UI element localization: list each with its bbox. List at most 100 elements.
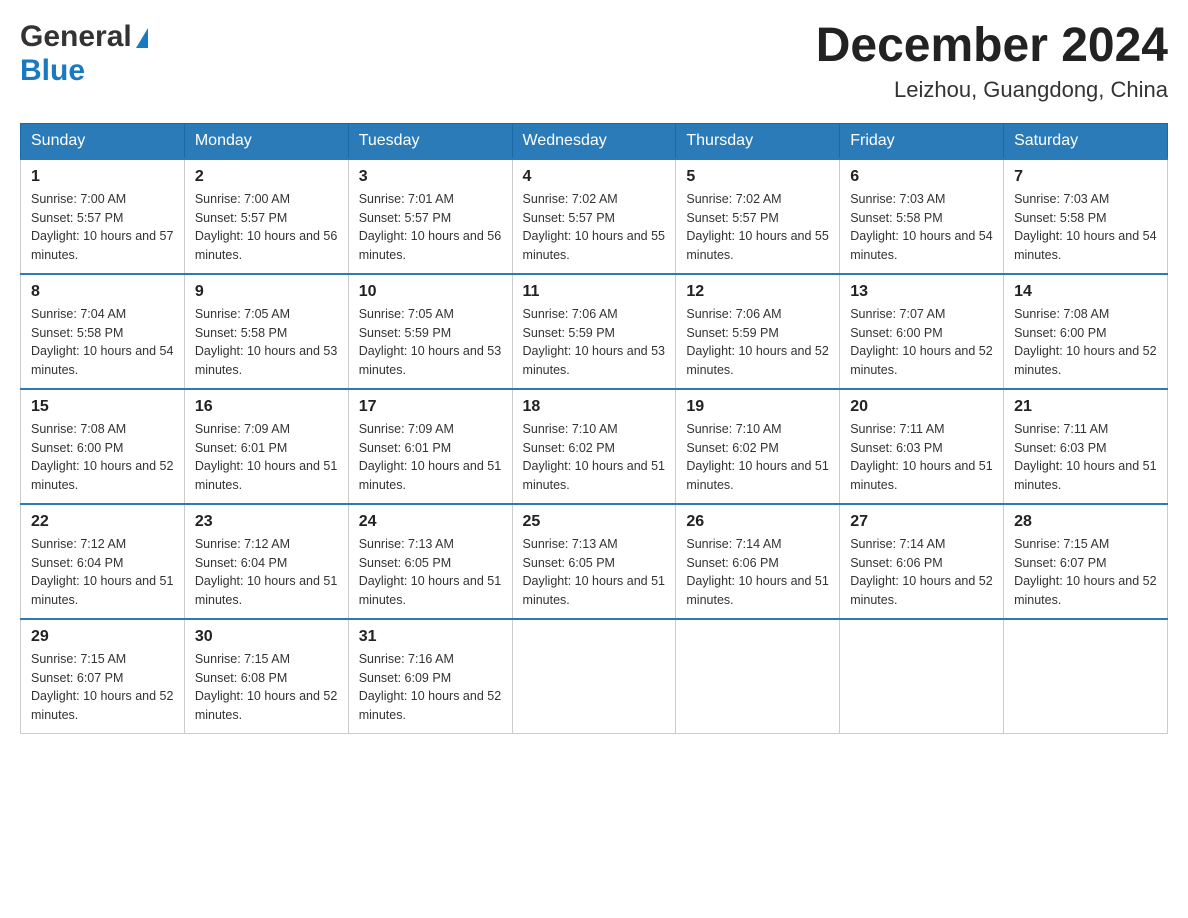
calendar-cell: 28Sunrise: 7:15 AMSunset: 6:07 PMDayligh… — [1004, 504, 1168, 619]
day-number: 21 — [1014, 398, 1157, 416]
calendar-cell: 16Sunrise: 7:09 AMSunset: 6:01 PMDayligh… — [184, 389, 348, 504]
calendar-cell: 2Sunrise: 7:00 AMSunset: 5:57 PMDaylight… — [184, 159, 348, 274]
calendar-cell: 21 Sunrise: 7:11 AMSunset: 6:03 PMDayligh… — [1004, 389, 1168, 504]
calendar-cell: 24Sunrise: 7:13 AMSunset: 6:05 PMDayligh… — [348, 504, 512, 619]
day-info: Sunrise: 7:02 AMSunset: 5:57 PMDaylight:… — [523, 190, 666, 265]
day-number: 13 — [850, 283, 993, 301]
calendar-cell: 12 Sunrise: 7:06 AMSunset: 5:59 PMDayligh… — [676, 274, 840, 389]
day-info: Sunrise: 7:05 AMSunset: 5:59 PMDaylight:… — [359, 305, 502, 380]
day-number: 2 — [195, 168, 338, 186]
day-info: Sunrise: 7:12 AMSunset: 6:04 PMDaylight:… — [31, 535, 174, 610]
calendar-cell: 30 Sunrise: 7:15 AMSunset: 6:08 PMDayligh… — [184, 619, 348, 734]
day-number: 7 — [1014, 168, 1157, 186]
day-info: Sunrise: 7:01 AMSunset: 5:57 PMDaylight:… — [359, 190, 502, 265]
day-info: Sunrise: 7:06 AMSunset: 5:59 PMDaylight:… — [523, 305, 666, 380]
logo-blue-text: Blue — [20, 54, 85, 88]
calendar-cell: 20 Sunrise: 7:11 AMSunset: 6:03 PMDayligh… — [840, 389, 1004, 504]
logo-triangle-icon — [136, 28, 148, 48]
day-info: Sunrise: 7:11 AMSunset: 6:03 PMDaylight:… — [1014, 420, 1157, 495]
day-number: 25 — [523, 513, 666, 531]
logo: General Blue — [20, 20, 148, 88]
calendar-cell: 5 Sunrise: 7:02 AMSunset: 5:57 PMDaylight… — [676, 159, 840, 274]
day-info: Sunrise: 7:12 AMSunset: 6:04 PMDaylight:… — [195, 535, 338, 610]
calendar-cell: 3 Sunrise: 7:01 AMSunset: 5:57 PMDaylight… — [348, 159, 512, 274]
calendar-cell: 27Sunrise: 7:14 AMSunset: 6:06 PMDayligh… — [840, 504, 1004, 619]
calendar-cell: 17 Sunrise: 7:09 AMSunset: 6:01 PMDayligh… — [348, 389, 512, 504]
day-number: 12 — [686, 283, 829, 301]
calendar-cell: 29 Sunrise: 7:15 AMSunset: 6:07 PMDayligh… — [21, 619, 185, 734]
day-number: 20 — [850, 398, 993, 416]
col-sunday: Sunday — [21, 123, 185, 159]
day-info: Sunrise: 7:03 AMSunset: 5:58 PMDaylight:… — [1014, 190, 1157, 265]
week-row-3: 15Sunrise: 7:08 AMSunset: 6:00 PMDayligh… — [21, 389, 1168, 504]
calendar-cell: 31 Sunrise: 7:16 AMSunset: 6:09 PMDayligh… — [348, 619, 512, 734]
calendar-cell: 25Sunrise: 7:13 AMSunset: 6:05 PMDayligh… — [512, 504, 676, 619]
day-number: 28 — [1014, 513, 1157, 531]
day-number: 19 — [686, 398, 829, 416]
day-number: 29 — [31, 628, 174, 646]
day-info: Sunrise: 7:00 AMSunset: 5:57 PMDaylight:… — [31, 190, 174, 265]
calendar-cell — [840, 619, 1004, 734]
col-friday: Friday — [840, 123, 1004, 159]
day-info: Sunrise: 7:13 AMSunset: 6:05 PMDaylight:… — [359, 535, 502, 610]
calendar-cell: 1 Sunrise: 7:00 AMSunset: 5:57 PMDaylight… — [21, 159, 185, 274]
day-info: Sunrise: 7:03 AMSunset: 5:58 PMDaylight:… — [850, 190, 993, 265]
day-info: Sunrise: 7:15 AMSunset: 6:07 PMDaylight:… — [31, 650, 174, 725]
day-number: 10 — [359, 283, 502, 301]
col-tuesday: Tuesday — [348, 123, 512, 159]
day-info: Sunrise: 7:15 AMSunset: 6:08 PMDaylight:… — [195, 650, 338, 725]
calendar-cell: 14Sunrise: 7:08 AMSunset: 6:00 PMDayligh… — [1004, 274, 1168, 389]
calendar-cell: 7 Sunrise: 7:03 AMSunset: 5:58 PMDaylight… — [1004, 159, 1168, 274]
day-info: Sunrise: 7:09 AMSunset: 6:01 PMDaylight:… — [359, 420, 502, 495]
day-info: Sunrise: 7:05 AMSunset: 5:58 PMDaylight:… — [195, 305, 338, 380]
day-info: Sunrise: 7:16 AMSunset: 6:09 PMDaylight:… — [359, 650, 502, 725]
calendar-cell: 26 Sunrise: 7:14 AMSunset: 6:06 PMDayligh… — [676, 504, 840, 619]
page-header: General Blue December 2024 Leizhou, Guan… — [20, 20, 1168, 103]
calendar-cell: 23 Sunrise: 7:12 AMSunset: 6:04 PMDayligh… — [184, 504, 348, 619]
day-number: 31 — [359, 628, 502, 646]
calendar-header-row: Sunday Monday Tuesday Wednesday Thursday… — [21, 123, 1168, 159]
col-monday: Monday — [184, 123, 348, 159]
day-number: 26 — [686, 513, 829, 531]
col-thursday: Thursday — [676, 123, 840, 159]
day-info: Sunrise: 7:10 AMSunset: 6:02 PMDaylight:… — [686, 420, 829, 495]
logo-general-text: General — [20, 20, 148, 54]
day-number: 3 — [359, 168, 502, 186]
col-saturday: Saturday — [1004, 123, 1168, 159]
month-title: December 2024 — [816, 20, 1168, 73]
day-number: 23 — [195, 513, 338, 531]
day-info: Sunrise: 7:14 AMSunset: 6:06 PMDaylight:… — [850, 535, 993, 610]
calendar-cell: 15Sunrise: 7:08 AMSunset: 6:00 PMDayligh… — [21, 389, 185, 504]
col-wednesday: Wednesday — [512, 123, 676, 159]
day-number: 16 — [195, 398, 338, 416]
calendar-cell: 6 Sunrise: 7:03 AMSunset: 5:58 PMDaylight… — [840, 159, 1004, 274]
day-info: Sunrise: 7:06 AMSunset: 5:59 PMDaylight:… — [686, 305, 829, 380]
day-number: 11 — [523, 283, 666, 301]
day-number: 1 — [31, 168, 174, 186]
day-number: 6 — [850, 168, 993, 186]
calendar-cell: 8 Sunrise: 7:04 AMSunset: 5:58 PMDaylight… — [21, 274, 185, 389]
day-number: 14 — [1014, 283, 1157, 301]
week-row-1: 1 Sunrise: 7:00 AMSunset: 5:57 PMDaylight… — [21, 159, 1168, 274]
day-number: 30 — [195, 628, 338, 646]
day-number: 5 — [686, 168, 829, 186]
day-number: 22 — [31, 513, 174, 531]
day-number: 4 — [523, 168, 666, 186]
week-row-2: 8 Sunrise: 7:04 AMSunset: 5:58 PMDaylight… — [21, 274, 1168, 389]
day-info: Sunrise: 7:11 AMSunset: 6:03 PMDaylight:… — [850, 420, 993, 495]
day-number: 17 — [359, 398, 502, 416]
calendar-cell: 4 Sunrise: 7:02 AMSunset: 5:57 PMDaylight… — [512, 159, 676, 274]
day-info: Sunrise: 7:02 AMSunset: 5:57 PMDaylight:… — [686, 190, 829, 265]
day-info: Sunrise: 7:10 AMSunset: 6:02 PMDaylight:… — [523, 420, 666, 495]
calendar-cell — [676, 619, 840, 734]
day-number: 18 — [523, 398, 666, 416]
calendar-cell: 10 Sunrise: 7:05 AMSunset: 5:59 PMDayligh… — [348, 274, 512, 389]
calendar-cell: 22 Sunrise: 7:12 AMSunset: 6:04 PMDayligh… — [21, 504, 185, 619]
week-row-4: 22 Sunrise: 7:12 AMSunset: 6:04 PMDayligh… — [21, 504, 1168, 619]
calendar-cell: 18 Sunrise: 7:10 AMSunset: 6:02 PMDayligh… — [512, 389, 676, 504]
day-info: Sunrise: 7:14 AMSunset: 6:06 PMDaylight:… — [686, 535, 829, 610]
day-number: 8 — [31, 283, 174, 301]
calendar-cell — [1004, 619, 1168, 734]
day-number: 15 — [31, 398, 174, 416]
day-info: Sunrise: 7:04 AMSunset: 5:58 PMDaylight:… — [31, 305, 174, 380]
